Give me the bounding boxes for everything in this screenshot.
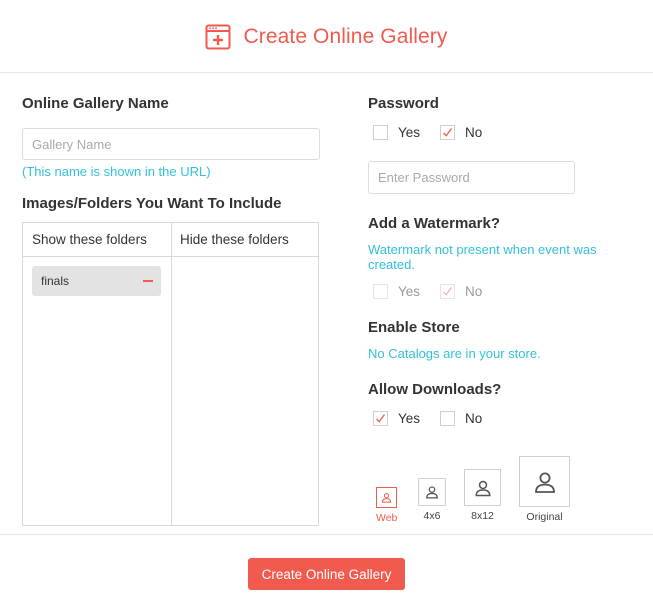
check-icon: [443, 287, 453, 296]
password-yes-checkbox[interactable]: [373, 125, 388, 140]
person-icon: [382, 493, 392, 503]
password-no-checkbox[interactable]: [440, 125, 455, 140]
watermark-note: Watermark not present when event was cre…: [368, 242, 597, 272]
header-title-group: Create Online Gallery: [205, 24, 447, 50]
size-option-original[interactable]: Original: [519, 456, 570, 523]
password-input[interactable]: [368, 161, 575, 194]
folders-panel: Show these folders Hide these folders fi…: [22, 222, 319, 526]
watermark-yes-option: Yes: [373, 284, 420, 299]
size-option-8x12[interactable]: 8x12: [464, 469, 501, 522]
hide-folders-header: Hide these folders: [171, 223, 318, 257]
create-gallery-button[interactable]: Create Online Gallery: [248, 558, 405, 590]
watermark-yes-label: Yes: [398, 284, 421, 299]
size-option-web[interactable]: Web: [376, 487, 397, 524]
check-icon: [376, 414, 386, 423]
watermark-no-checkbox: [440, 284, 455, 299]
store-title: Enable Store: [368, 319, 460, 336]
folder-chip-label: finals: [41, 274, 70, 288]
downloads-yes-option[interactable]: Yes: [373, 411, 420, 426]
downloads-no-checkbox[interactable]: [440, 411, 455, 426]
folders-divider: [171, 223, 172, 525]
size-8x12-box[interactable]: [464, 469, 501, 506]
size-web-box[interactable]: [376, 487, 398, 508]
size-4x6-box[interactable]: [418, 478, 446, 506]
remove-icon[interactable]: [143, 280, 153, 282]
show-folders-header: Show these folders: [23, 223, 171, 257]
gallery-add-icon: [205, 24, 231, 50]
password-no-option[interactable]: No: [440, 125, 482, 140]
size-option-4x6[interactable]: 4x6: [418, 478, 446, 522]
downloads-no-option[interactable]: No: [440, 411, 482, 426]
person-icon: [426, 486, 438, 499]
size-original-label: Original: [526, 511, 563, 523]
folders-title: Images/Folders You Want To Include: [22, 195, 282, 212]
gallery-name-input[interactable]: [22, 128, 320, 160]
size-web-label: Web: [376, 512, 398, 524]
check-icon: [443, 128, 453, 137]
header: Create Online Gallery: [0, 0, 653, 73]
store-note: No Catalogs are in your store.: [368, 346, 541, 361]
password-title: Password: [368, 95, 439, 112]
watermark-no-label: No: [465, 284, 483, 299]
footer-divider: [0, 534, 653, 535]
gallery-name-title: Online Gallery Name: [22, 95, 169, 112]
watermark-title: Add a Watermark?: [368, 215, 500, 232]
password-yes-option[interactable]: Yes: [373, 125, 420, 140]
size-original-box[interactable]: [519, 456, 570, 507]
watermark-no-option: No: [440, 284, 482, 299]
password-yes-label: Yes: [398, 125, 421, 140]
downloads-yes-checkbox[interactable]: [373, 411, 388, 426]
person-icon: [474, 480, 491, 496]
size-8x12-label: 8x12: [471, 510, 494, 522]
folder-chip-finals[interactable]: finals: [32, 266, 161, 296]
watermark-yes-checkbox: [373, 284, 388, 299]
downloads-no-label: No: [465, 411, 483, 426]
person-icon: [534, 472, 555, 493]
size-4x6-label: 4x6: [423, 510, 441, 522]
password-no-label: No: [465, 125, 483, 140]
gallery-name-hint: (This name is shown in the URL): [22, 164, 211, 179]
downloads-yes-label: Yes: [398, 411, 421, 426]
page-title: Create Online Gallery: [243, 25, 448, 48]
downloads-title: Allow Downloads?: [368, 381, 502, 398]
